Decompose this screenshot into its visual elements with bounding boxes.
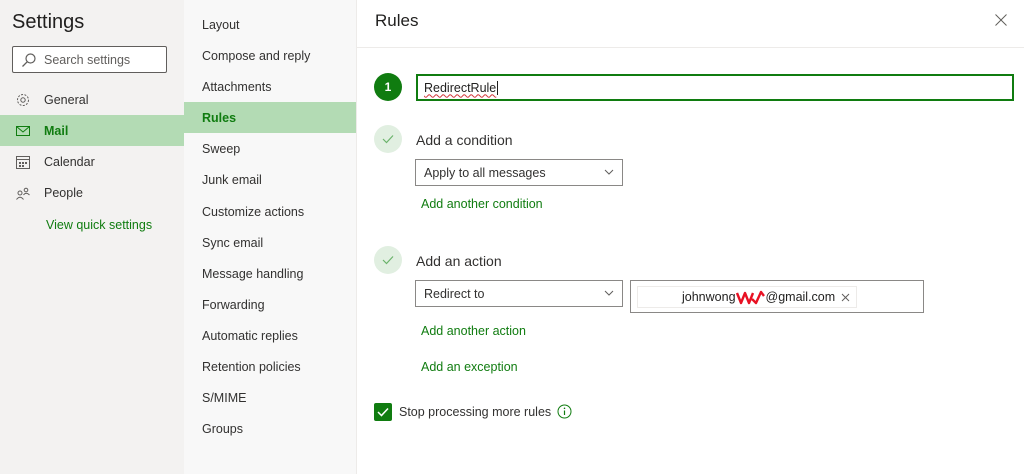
info-icon[interactable] bbox=[557, 404, 572, 419]
step-number-badge: 1 bbox=[374, 73, 402, 101]
recipient-suffix: @gmail.com bbox=[765, 290, 836, 304]
step-complete-badge bbox=[374, 125, 402, 153]
search-placeholder: Search settings bbox=[44, 52, 131, 67]
rules-panel: Rules 1 RedirectRule Add a condition App… bbox=[357, 0, 1024, 474]
header-divider bbox=[357, 47, 1024, 48]
remove-recipient-icon[interactable] bbox=[841, 293, 850, 302]
recipient-pill[interactable]: johnwong @gmail.com bbox=[637, 286, 858, 308]
search-icon bbox=[22, 52, 36, 67]
search-input[interactable]: Search settings bbox=[12, 46, 167, 73]
mail-nav-item-retention[interactable]: Retention policies bbox=[184, 351, 356, 382]
condition-dropdown-value: Apply to all messages bbox=[424, 165, 546, 180]
mail-nav-item-junk[interactable]: Junk email bbox=[184, 164, 356, 195]
calendar-icon bbox=[16, 155, 30, 169]
nav-item-label: Calendar bbox=[44, 154, 95, 169]
add-condition-label: Add a condition bbox=[416, 132, 513, 148]
checkmark-icon bbox=[382, 135, 394, 144]
add-another-condition-link[interactable]: Add another condition bbox=[421, 197, 543, 211]
stop-processing-label: Stop processing more rules bbox=[399, 405, 552, 419]
nav-item-label: General bbox=[44, 92, 89, 107]
mail-nav-item-rules[interactable]: Rules bbox=[184, 102, 356, 133]
checkmark-icon bbox=[382, 256, 394, 265]
mail-nav-item-sweep[interactable]: Sweep bbox=[184, 133, 356, 164]
mail-nav-item-attachments[interactable]: Attachments bbox=[184, 71, 356, 102]
chevron-down-icon bbox=[604, 169, 614, 175]
add-action-label: Add an action bbox=[416, 253, 502, 269]
mail-settings-nav: Layout Compose and reply Attachments Rul… bbox=[184, 0, 357, 474]
rule-name-value: RedirectRule bbox=[424, 80, 497, 95]
action-dropdown[interactable]: Redirect to bbox=[415, 280, 623, 307]
condition-dropdown[interactable]: Apply to all messages bbox=[415, 159, 623, 186]
mail-nav-item-forwarding[interactable]: Forwarding bbox=[184, 289, 356, 320]
close-icon[interactable] bbox=[994, 13, 1008, 27]
add-exception-link[interactable]: Add an exception bbox=[421, 360, 518, 374]
text-caret bbox=[497, 80, 499, 95]
rule-name-input[interactable]: RedirectRule bbox=[416, 74, 1014, 101]
nav-item-general[interactable]: General bbox=[0, 84, 184, 115]
mail-nav-item-auto-replies[interactable]: Automatic replies bbox=[184, 320, 356, 351]
nav-item-label: Mail bbox=[44, 123, 69, 138]
nav-item-calendar[interactable]: Calendar bbox=[0, 146, 184, 177]
settings-title: Settings bbox=[12, 11, 85, 33]
nav-item-label: People bbox=[44, 185, 83, 200]
stop-processing-checkbox[interactable] bbox=[374, 403, 392, 421]
people-icon bbox=[16, 186, 30, 200]
settings-nav: Settings Search settings General Mail Ca… bbox=[0, 0, 184, 474]
nav-item-people[interactable]: People bbox=[0, 177, 184, 208]
step-complete-badge bbox=[374, 246, 402, 274]
page-title: Rules bbox=[375, 11, 419, 30]
add-another-action-link[interactable]: Add another action bbox=[421, 324, 526, 338]
gear-icon bbox=[16, 93, 30, 107]
mail-nav-item-sync[interactable]: Sync email bbox=[184, 227, 356, 258]
recipient-prefix: johnwong bbox=[682, 290, 736, 304]
nav-item-mail[interactable]: Mail bbox=[0, 115, 184, 146]
view-quick-settings-link[interactable]: View quick settings bbox=[46, 218, 152, 232]
mail-nav-item-layout[interactable]: Layout bbox=[184, 9, 356, 40]
chevron-down-icon bbox=[604, 290, 614, 296]
mail-icon bbox=[16, 124, 30, 138]
mail-nav-item-smime[interactable]: S/MIME bbox=[184, 382, 356, 413]
action-dropdown-value: Redirect to bbox=[424, 286, 485, 301]
mail-nav-item-handling[interactable]: Message handling bbox=[184, 258, 356, 289]
mail-nav-item-customize[interactable]: Customize actions bbox=[184, 196, 356, 227]
mail-nav-item-groups[interactable]: Groups bbox=[184, 413, 356, 444]
recipient-input[interactable]: johnwong @gmail.com bbox=[630, 280, 924, 313]
checkmark-icon bbox=[377, 407, 389, 417]
redaction-scribble bbox=[735, 290, 765, 304]
mail-nav-item-compose[interactable]: Compose and reply bbox=[184, 40, 356, 71]
